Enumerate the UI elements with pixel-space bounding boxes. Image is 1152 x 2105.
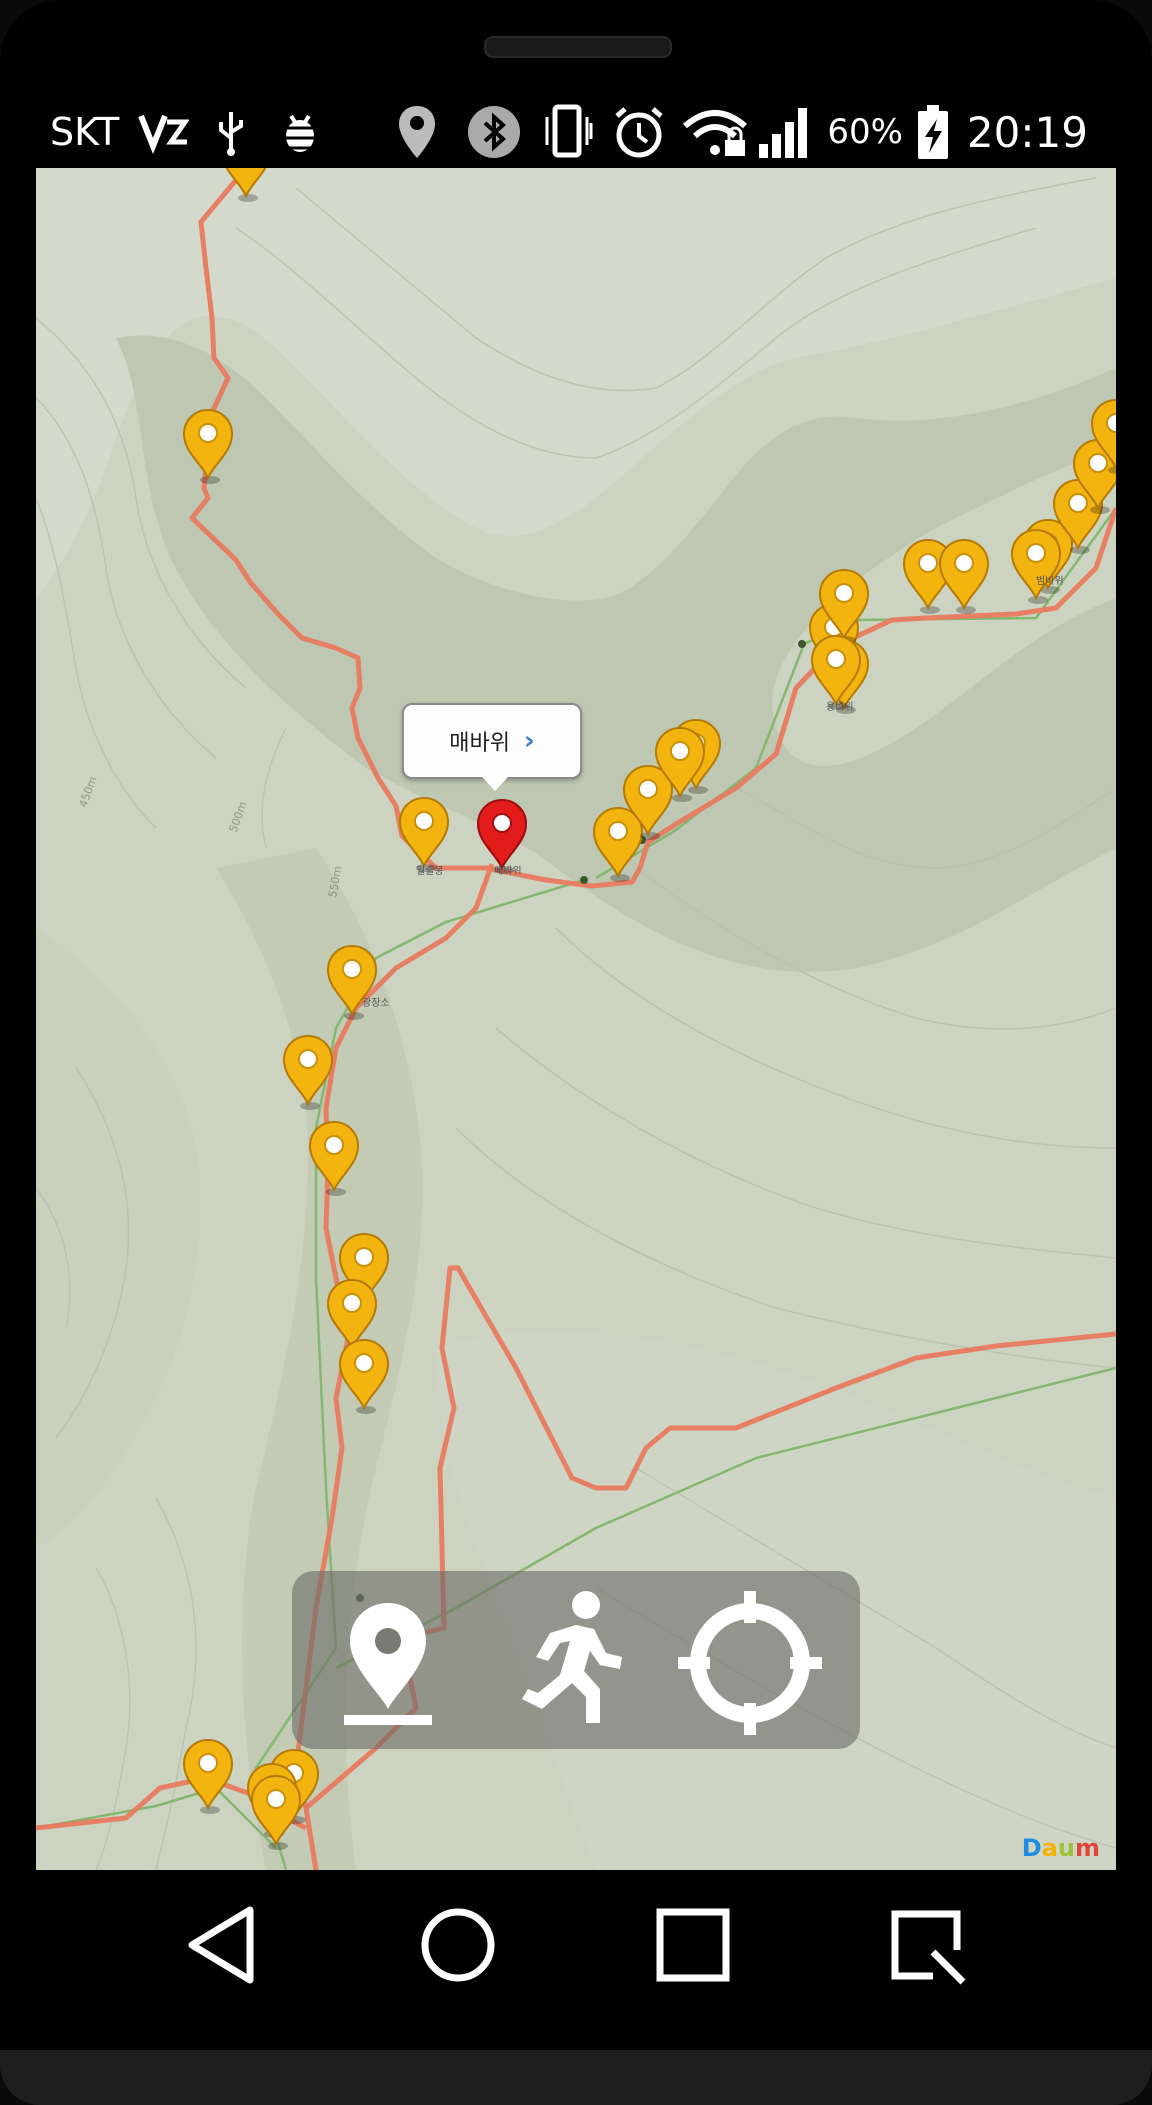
home-icon — [421, 1908, 495, 1982]
svg-text:월출봉: 월출봉 — [416, 865, 444, 877]
poi-callout[interactable]: 매바위 › — [402, 703, 582, 791]
chevron-right-icon: › — [524, 726, 535, 756]
walking-person-icon — [522, 1591, 622, 1723]
recents-icon — [656, 1908, 730, 1982]
status-bar: SKT 60% 20:19 — [36, 96, 1116, 168]
battery-percent-label: 60% — [827, 112, 903, 152]
place-marker-button[interactable] — [308, 1571, 468, 1749]
svg-text:매바위: 매바위 — [494, 864, 522, 877]
bottom-bezel — [0, 2050, 1152, 2105]
phone-frame: SKT 60% 20:19 450m 500m 550m 월출봉 매바위 광장소… — [0, 0, 1152, 2105]
quick-memo-icon — [891, 1910, 966, 1985]
battery-charging-icon — [915, 103, 951, 161]
alarm-icon — [611, 104, 667, 160]
daum-logo: Daum — [1021, 1834, 1100, 1862]
svg-text:범바위: 범바위 — [1036, 574, 1064, 587]
vibrate-icon — [543, 103, 595, 161]
quick-memo-button[interactable] — [883, 1900, 973, 1990]
map-action-toolbar — [292, 1571, 860, 1749]
crosshair-icon — [678, 1591, 822, 1735]
bluetooth-icon — [467, 105, 521, 159]
back-button[interactable] — [178, 1900, 268, 1990]
my-location-button[interactable] — [672, 1571, 832, 1749]
walking-tracker-button[interactable] — [490, 1571, 650, 1749]
wifi-locked-icon — [681, 106, 749, 158]
home-button[interactable] — [413, 1900, 503, 1990]
debug-bug-icon — [275, 108, 325, 156]
volte-icon — [137, 110, 190, 154]
svg-text:용바위: 용바위 — [826, 700, 854, 713]
location-icon — [397, 104, 437, 160]
navigation-bar — [36, 1870, 1116, 2010]
map-view[interactable]: 450m 500m 550m 월출봉 매바위 광장소 용바위 범바위 매바위 ›… — [36, 168, 1116, 1870]
clock-label: 20:19 — [966, 107, 1088, 157]
svg-text:광장소: 광장소 — [362, 997, 390, 1009]
place-marker-icon — [344, 1603, 432, 1725]
poi-callout-title: 매바위 — [449, 731, 510, 756]
usb-icon — [215, 108, 247, 156]
earpiece-speaker — [484, 36, 672, 58]
signal-icon — [757, 104, 815, 160]
back-icon — [188, 1906, 254, 1984]
recents-button[interactable] — [648, 1900, 738, 1990]
carrier-label: SKT — [50, 110, 120, 154]
